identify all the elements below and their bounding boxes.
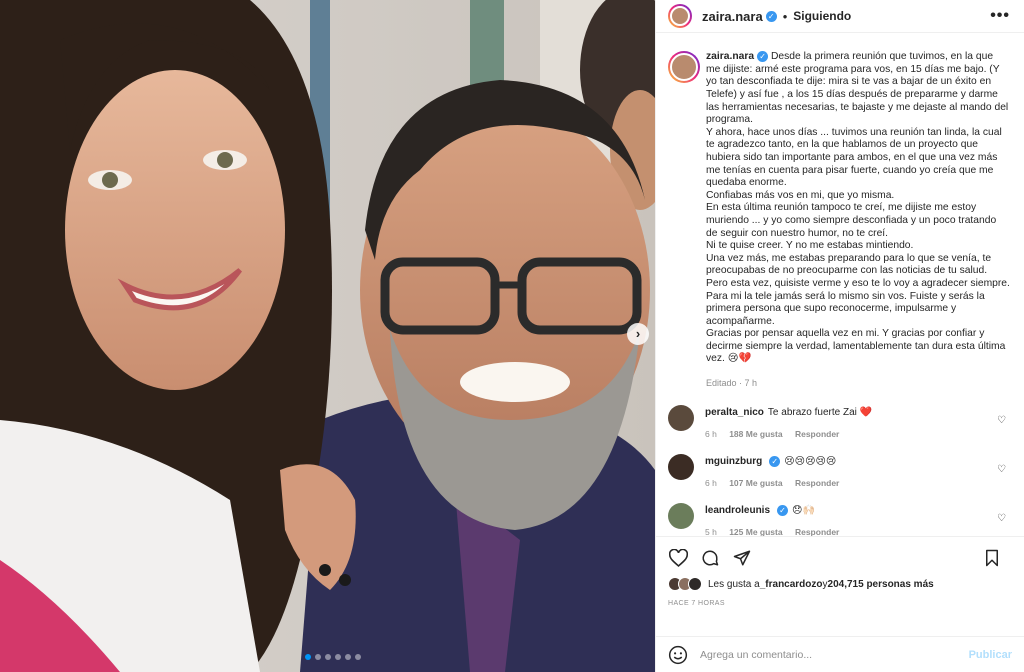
likes-count[interactable]: 204,715 personas más bbox=[828, 579, 934, 590]
caption-paragraph: Una vez más, me estabas preparando para … bbox=[706, 252, 1010, 289]
carousel-dot bbox=[345, 654, 351, 660]
verified-badge-icon: ✓ bbox=[757, 51, 769, 62]
comment-item: leandroleunis ✓ 😞🙌🏻 5 h 125 Me gusta Respo… bbox=[668, 502, 1010, 536]
caption-username[interactable]: zaira.nara bbox=[706, 51, 754, 62]
comment-avatar[interactable] bbox=[668, 453, 694, 480]
comment-like-heart-icon[interactable]: ♡ bbox=[997, 464, 1006, 475]
photo-illustration bbox=[0, 0, 655, 672]
comment-time[interactable]: 6 h bbox=[705, 429, 717, 439]
author-username[interactable]: zaira.nara bbox=[702, 9, 763, 24]
comment-item: peralta_nico Te abrazo fuerte Zai ❤️ 6 h … bbox=[668, 404, 1010, 439]
comment-body: leandroleunis ✓ 😞🙌🏻 5 h 125 Me gusta Respo… bbox=[705, 503, 1010, 536]
add-comment-bar: Publicar bbox=[656, 636, 1024, 672]
reply-button[interactable]: Responder bbox=[795, 527, 839, 536]
caption-paragraph: Gracias por pensar aquella vez en mi. Y … bbox=[706, 328, 1006, 365]
carousel-next-button[interactable]: › bbox=[627, 323, 649, 345]
post-side-panel: zaira.nara ✓ • Siguiendo ••• zaira.nara ✓… bbox=[655, 0, 1024, 672]
caption-paragraph: zaira.nara ✓ Desde la primera reunión que… bbox=[706, 51, 1009, 126]
comment-likes[interactable]: 188 Me gusta bbox=[729, 429, 782, 439]
comment-likes[interactable]: 125 Me gusta bbox=[729, 527, 782, 536]
carousel-dot bbox=[315, 654, 321, 660]
liker-username[interactable]: _francardozo bbox=[760, 579, 823, 590]
likes-summary: Les gusta a _francardozo y 204,715 perso… bbox=[668, 577, 1014, 591]
comment-like-heart-icon[interactable]: ♡ bbox=[997, 513, 1006, 524]
comment-meta: 5 h 125 Me gusta Responder bbox=[705, 527, 1010, 536]
comment-icon[interactable] bbox=[700, 548, 720, 568]
comment-username[interactable]: leandroleunis bbox=[705, 505, 770, 516]
comment-avatar[interactable] bbox=[668, 404, 694, 431]
caption-body: zaira.nara ✓ Desde la primera reunión que… bbox=[706, 51, 1010, 390]
comment-meta: 6 h 188 Me gusta Responder bbox=[705, 429, 1010, 439]
liker-avatars bbox=[668, 577, 702, 591]
carousel-dot bbox=[355, 654, 361, 660]
author-avatar[interactable] bbox=[668, 4, 692, 28]
emoji-icon[interactable] bbox=[668, 644, 690, 666]
verified-badge-icon: ✓ bbox=[765, 10, 777, 22]
carousel-dot bbox=[325, 654, 331, 660]
comment-likes[interactable]: 107 Me gusta bbox=[729, 478, 782, 488]
heart-icon[interactable] bbox=[668, 548, 688, 568]
post-timestamp[interactable]: HACE 7 HORAS bbox=[668, 600, 1014, 607]
likes-prefix: Les gusta a bbox=[708, 578, 760, 590]
more-icon[interactable]: ••• bbox=[990, 7, 1010, 25]
post-header: zaira.nara ✓ • Siguiendo ••• bbox=[656, 0, 1024, 33]
comments-scroll-area[interactable]: zaira.nara ✓ Desde la primera reunión que… bbox=[656, 33, 1024, 536]
carousel-dot bbox=[335, 654, 341, 660]
post-actions: Les gusta a _francardozo y 204,715 perso… bbox=[656, 536, 1024, 636]
comment-body: peralta_nico Te abrazo fuerte Zai ❤️ 6 h … bbox=[705, 405, 1010, 439]
separator-dot: • bbox=[782, 8, 788, 24]
verified-badge-icon: ✓ bbox=[777, 504, 789, 516]
caption: zaira.nara ✓ Desde la primera reunión que… bbox=[668, 51, 1010, 390]
caption-paragraph: Confiabas más vos en mi, que yo misma. bbox=[706, 189, 895, 201]
comment-time[interactable]: 5 h bbox=[705, 527, 717, 536]
caption-paragraph: Para mi la tele jamás será lo mismo sin … bbox=[706, 290, 985, 327]
verified-badge-icon: ✓ bbox=[769, 455, 781, 467]
caption-paragraph: En esta última reunión tampoco te creí, … bbox=[706, 202, 997, 239]
comment-item: mguinzburg ✓ 😢😢😢😢😢 6 h 107 Me gusta Respon… bbox=[668, 453, 1010, 488]
comment-input[interactable] bbox=[700, 648, 969, 661]
caption-avatar[interactable] bbox=[668, 51, 700, 83]
publish-button[interactable]: Publicar bbox=[969, 649, 1012, 661]
post-photo[interactable]: › bbox=[0, 0, 655, 672]
comment-avatar[interactable] bbox=[668, 502, 694, 529]
comment-meta: 6 h 107 Me gusta Responder bbox=[705, 478, 1010, 488]
comment-text: 😢😢😢😢😢 bbox=[784, 455, 837, 467]
comment-text: Te abrazo fuerte Zai ❤️ bbox=[767, 406, 873, 418]
comment-body: mguinzburg ✓ 😢😢😢😢😢 6 h 107 Me gusta Respon… bbox=[705, 454, 1010, 488]
action-icons bbox=[668, 543, 1014, 573]
comment-like-heart-icon[interactable]: ♡ bbox=[997, 415, 1006, 426]
follow-status-button[interactable]: Siguiendo bbox=[793, 9, 851, 23]
caption-paragraph: Y ahora, hace unos días ... tuvimos una … bbox=[706, 126, 1002, 189]
bookmark-icon[interactable] bbox=[982, 548, 1002, 568]
carousel-dot bbox=[305, 654, 311, 660]
reply-button[interactable]: Responder bbox=[795, 478, 839, 488]
carousel-dots bbox=[305, 654, 361, 660]
comment-text: 😞🙌🏻 bbox=[792, 504, 815, 516]
caption-meta: Editado · 7 h bbox=[706, 378, 758, 389]
caption-paragraph: Ni te quise creer. Y no me estabas minti… bbox=[706, 240, 914, 252]
reply-button[interactable]: Responder bbox=[795, 429, 839, 439]
comment-time[interactable]: 6 h bbox=[705, 478, 717, 488]
share-icon[interactable] bbox=[732, 548, 752, 568]
comment-username[interactable]: peralta_nico bbox=[705, 407, 764, 418]
comment-username[interactable]: mguinzburg bbox=[705, 456, 762, 467]
